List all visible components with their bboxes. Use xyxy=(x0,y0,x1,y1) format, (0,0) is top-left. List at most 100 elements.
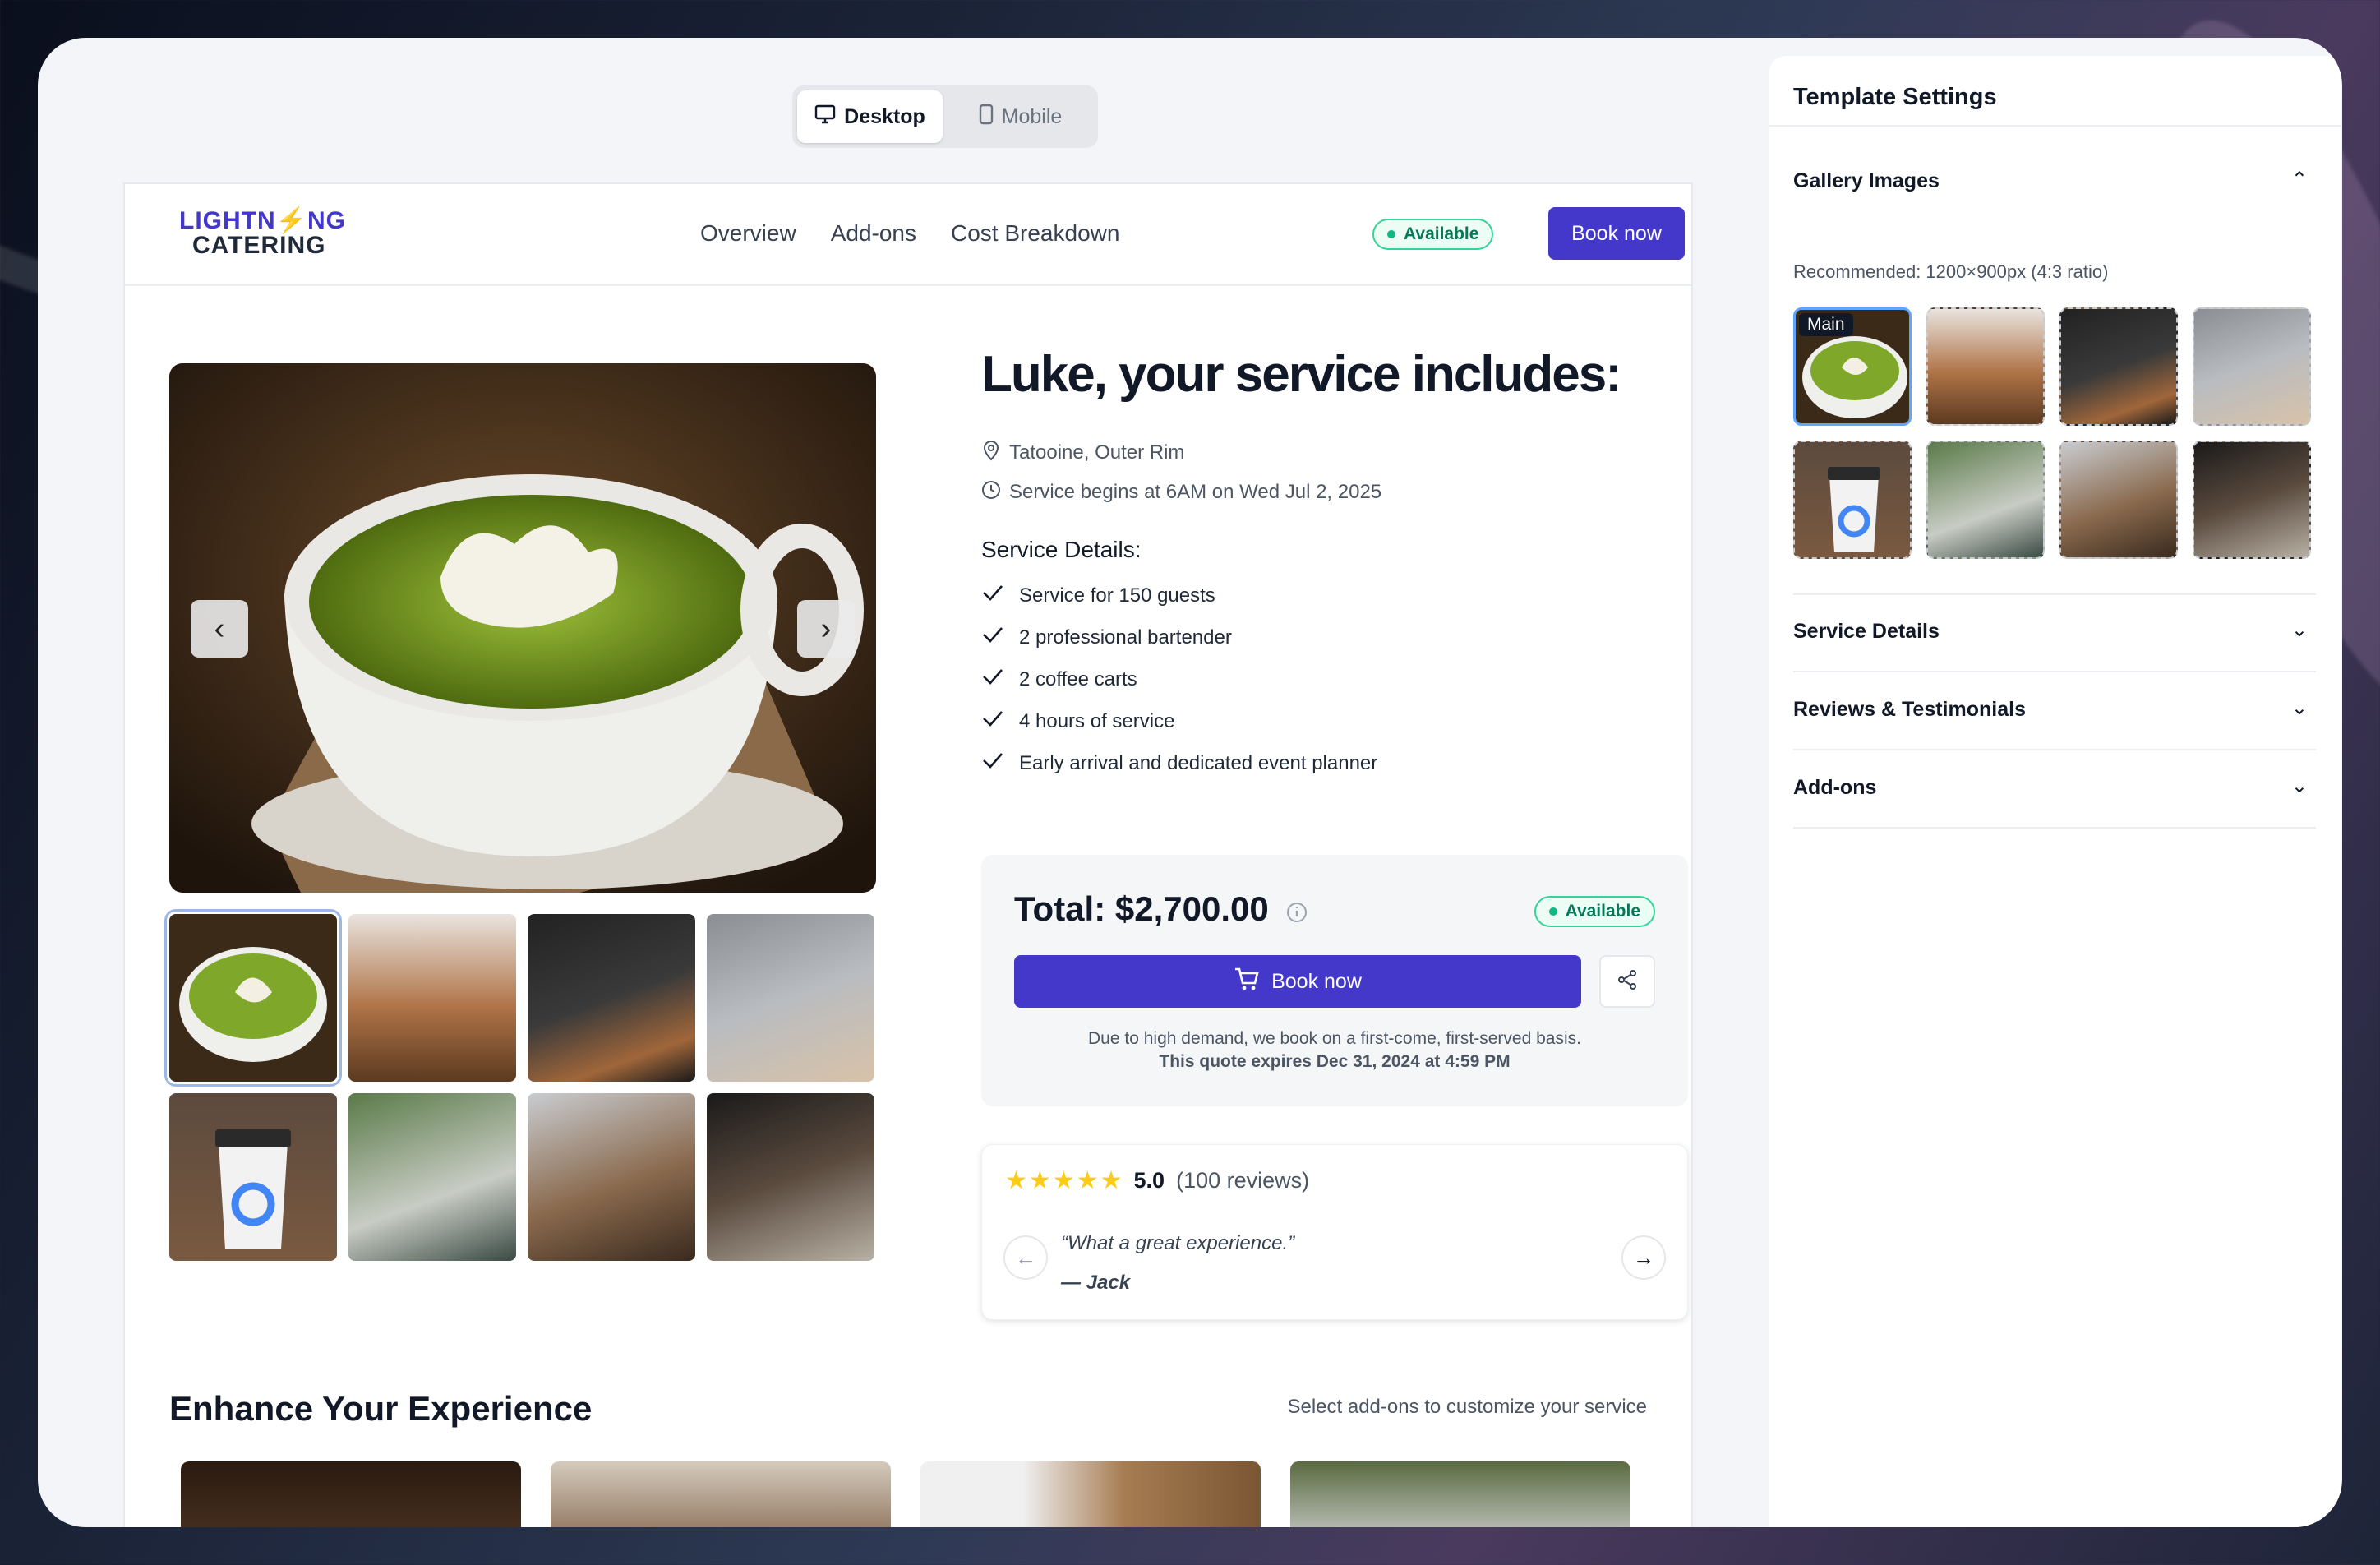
review-next-button[interactable]: → xyxy=(1621,1235,1666,1280)
gallery-thumbnail[interactable] xyxy=(169,1093,337,1261)
list-item: 2 professional bartender xyxy=(981,616,1688,658)
logo-line1: LIGHTN⚡NG xyxy=(179,207,347,234)
service-summary: Luke, your service includes: Tatooine, O… xyxy=(981,345,1688,784)
check-icon xyxy=(981,583,1004,608)
list-item-text: Early arrival and dedicated event planne… xyxy=(1019,751,1378,774)
price-card: Total: $2,700.00 Available Book now Due … xyxy=(981,855,1688,1106)
share-icon xyxy=(1617,969,1638,995)
location-row: Tatooine, Outer Rim xyxy=(981,433,1688,473)
logo-line2: CATERING xyxy=(192,232,326,259)
gallery-images-label: Gallery Images xyxy=(1793,169,1940,192)
start-time-row: Service begins at 6AM on Wed Jul 2, 2025 xyxy=(981,473,1688,512)
gallery-thumbnail[interactable] xyxy=(528,1093,695,1261)
app-window: Desktop Mobile LIGHTN⚡NG CATERING Overvi… xyxy=(38,38,2342,1527)
phone-icon xyxy=(979,104,994,131)
availability-badge: Available xyxy=(1372,219,1494,250)
nav-link-overview[interactable]: Overview xyxy=(700,220,796,247)
settings-gallery-thumbnail[interactable] xyxy=(1793,441,1912,559)
nav-book-now-button[interactable]: Book now xyxy=(1548,207,1685,260)
addon-card[interactable] xyxy=(1290,1461,1630,1527)
settings-gallery-thumbnail[interactable] xyxy=(2059,441,2178,559)
template-preview: LIGHTN⚡NG CATERING Overview Add-ons Cost… xyxy=(123,182,1693,1527)
gallery-thumbnail[interactable] xyxy=(528,914,695,1082)
enhance-heading: Enhance Your Experience xyxy=(169,1389,593,1428)
reviews-card: ★ ★ ★ ★ ★ 5.0 (100 reviews) ← “What a great … xyxy=(981,1144,1688,1320)
addon-card[interactable] xyxy=(551,1461,891,1527)
settings-gallery-thumbnail[interactable] xyxy=(1926,307,2045,426)
list-item-text: 4 hours of service xyxy=(1019,709,1175,732)
settings-gallery-thumbnail[interactable] xyxy=(2059,307,2178,426)
arrow-right-icon: → xyxy=(1633,1244,1654,1270)
review-text: “What a great experience.” xyxy=(1061,1232,1295,1254)
book-now-button[interactable]: Book now xyxy=(1014,955,1581,1008)
availability-text: Available xyxy=(1565,902,1640,921)
review-prev-button[interactable]: ← xyxy=(1003,1235,1048,1280)
settings-gallery-grid: Main xyxy=(1793,307,2311,559)
gallery-next-button[interactable]: › xyxy=(797,600,855,658)
settings-gallery-thumbnail[interactable] xyxy=(2193,441,2311,559)
desktop-view-button[interactable]: Desktop xyxy=(797,90,943,143)
list-item: Service for 150 guests xyxy=(981,575,1688,616)
service-details-label: Service Details xyxy=(1793,620,1940,643)
check-icon xyxy=(981,709,1004,734)
gallery-prev-button[interactable]: ‹ xyxy=(191,600,248,658)
preview-navbar: LIGHTN⚡NG CATERING Overview Add-ons Cost… xyxy=(125,184,1691,286)
nav-link-cost-breakdown[interactable]: Cost Breakdown xyxy=(951,220,1119,247)
addon-card[interactable] xyxy=(181,1461,521,1527)
addons-section-toggle[interactable]: Add-ons xyxy=(1793,776,1876,800)
nav-link-addons[interactable]: Add-ons xyxy=(831,220,916,247)
addon-card[interactable] xyxy=(920,1461,1261,1527)
gallery-thumbnail[interactable] xyxy=(707,914,874,1082)
addons-label: Add-ons xyxy=(1793,776,1877,799)
reviews-section-toggle[interactable]: Reviews & Testimonials xyxy=(1793,698,2026,722)
star-icon: ★ xyxy=(1028,1167,1051,1194)
service-details-section-toggle[interactable]: Service Details xyxy=(1793,620,1940,644)
review-quote: “What a great experience.” — Jack xyxy=(1061,1224,1294,1303)
star-icon: ★ xyxy=(1005,1167,1027,1194)
list-item-text: Service for 150 guests xyxy=(1019,584,1215,607)
rating-score: 5.0 xyxy=(1133,1168,1165,1193)
start-time-text: Service begins at 6AM on Wed Jul 2, 2025 xyxy=(1009,481,1382,503)
gallery-thumbnail[interactable] xyxy=(348,1093,516,1261)
clock-icon xyxy=(981,480,1001,506)
page-title: Luke, your service includes: xyxy=(981,346,1622,403)
availability-text: Available xyxy=(1404,224,1479,243)
settings-gallery-thumbnail[interactable] xyxy=(2193,307,2311,426)
service-details-heading: Service Details: xyxy=(981,537,1142,562)
settings-gallery-thumbnail[interactable]: Main xyxy=(1793,307,1912,426)
service-details-list: Service for 150 guests 2 professional ba… xyxy=(981,575,1688,784)
chevron-down-icon[interactable]: ⌄ xyxy=(2291,696,2308,720)
settings-gallery-thumbnail[interactable] xyxy=(1926,441,2045,559)
location-text: Tatooine, Outer Rim xyxy=(1009,441,1185,464)
desktop-label: Desktop xyxy=(844,104,925,128)
demand-note: Due to high demand, we book on a first-c… xyxy=(1088,1029,1581,1048)
total-price: Total: $2,700.00 xyxy=(1014,889,1308,931)
book-now-label: Book now xyxy=(1271,969,1362,993)
gallery-thumbnail[interactable] xyxy=(348,914,516,1082)
chevron-down-icon[interactable]: ⌄ xyxy=(2291,618,2308,642)
check-icon xyxy=(981,625,1004,650)
review-author: — Jack xyxy=(1061,1272,1131,1294)
brand-logo[interactable]: LIGHTN⚡NG CATERING xyxy=(179,207,347,261)
star-icon: ★ xyxy=(1076,1167,1099,1194)
settings-title: Template Settings xyxy=(1793,84,1997,110)
view-toggle: Desktop Mobile xyxy=(792,85,1098,148)
status-dot xyxy=(1548,907,1557,916)
recommended-size-note: Recommended: 1200×900px (4:3 ratio) xyxy=(1793,261,2109,282)
star-icon: ★ xyxy=(1100,1167,1123,1194)
share-button[interactable] xyxy=(1599,955,1655,1008)
star-rating: ★ ★ ★ ★ ★ 5.0 (100 reviews) xyxy=(1005,1166,1309,1195)
gallery-thumbnail[interactable] xyxy=(707,1093,874,1261)
chevron-up-icon[interactable]: ⌃ xyxy=(2291,168,2308,192)
chevron-down-icon[interactable]: ⌄ xyxy=(2291,774,2308,798)
info-icon[interactable] xyxy=(1286,892,1308,931)
nav-links: Overview Add-ons Cost Breakdown xyxy=(700,220,1119,247)
list-item: 4 hours of service xyxy=(981,700,1688,742)
gallery-images-section-toggle[interactable]: Gallery Images xyxy=(1793,169,1940,193)
mobile-view-button[interactable]: Mobile xyxy=(948,90,1093,143)
gallery-thumbnail[interactable] xyxy=(164,909,342,1087)
list-item-text: 2 coffee carts xyxy=(1019,667,1137,690)
main-image-label: Main xyxy=(1799,313,1853,336)
star-icon: ★ xyxy=(1052,1167,1075,1194)
list-item: 2 coffee carts xyxy=(981,658,1688,700)
